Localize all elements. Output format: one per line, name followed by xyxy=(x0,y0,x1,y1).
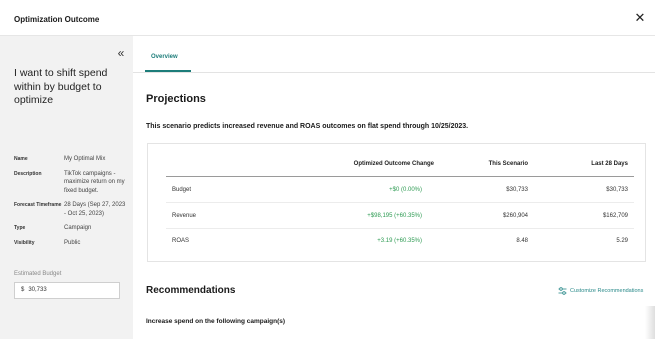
row-revenue-last28: $162,709 xyxy=(602,213,628,219)
goal-statement: I want to shift spend within by budget t… xyxy=(14,67,108,106)
detail-value: 28 Days (Sep 27, 2023 - Oct 25, 2023) xyxy=(64,202,126,217)
header-divider xyxy=(166,176,634,177)
customize-label: Customize Recommendations xyxy=(570,288,644,294)
row-budget-scenario: $30,733 xyxy=(506,187,528,193)
detail-key: Type xyxy=(14,225,26,231)
detail-key: Name xyxy=(14,156,28,162)
row-divider xyxy=(166,228,634,229)
row-budget-metric: Budget xyxy=(172,187,192,193)
scroll-shadow xyxy=(645,306,655,339)
detail-row-description: Description TikTok campaigns - maximize … xyxy=(14,170,132,196)
row-budget-last28: $30,733 xyxy=(606,187,628,193)
title-bar: Optimization Outcome ✕ xyxy=(0,0,655,36)
window-title: Optimization Outcome xyxy=(14,15,100,24)
row-revenue-metric: Revenue xyxy=(172,213,197,219)
row-roas-last28: 5.29 xyxy=(616,238,628,244)
budget-input[interactable]: $ 30,733 xyxy=(14,282,120,299)
detail-row-timeframe: Forecast Timeframe 28 Days (Sep 27, 2023… xyxy=(14,201,132,218)
row-budget-change: +$0 (0.00%) xyxy=(389,187,422,193)
recommendations-subheading: Increase spend on the following campaign… xyxy=(146,318,286,325)
column-header-last28: Last 28 Days xyxy=(591,161,628,167)
details-list: Name My Optimal Mix Description TikTok c… xyxy=(14,155,132,253)
projections-table: Optimized Outcome Change This Scenario L… xyxy=(147,143,646,262)
detail-key: Description xyxy=(14,170,42,177)
row-revenue-change: +$98,195 (+60.35%) xyxy=(367,213,422,219)
detail-key: Forecast Timeframe xyxy=(14,202,62,208)
close-icon[interactable]: ✕ xyxy=(633,11,647,25)
customize-recommendations-link[interactable]: Customize Recommendations xyxy=(558,287,643,295)
sliders-icon xyxy=(558,287,567,295)
detail-value: Campaign xyxy=(64,225,92,231)
recommendations-heading: Recommendations xyxy=(146,285,236,296)
detail-row-visibility: Visibility Public xyxy=(14,239,132,248)
detail-value: TikTok campaigns - maximize return on my… xyxy=(64,170,125,194)
active-tab-indicator xyxy=(145,70,191,72)
detail-row-name: Name My Optimal Mix xyxy=(14,155,132,164)
row-revenue-scenario: $260,904 xyxy=(502,213,528,219)
row-roas-change: +3.19 (+60.35%) xyxy=(377,238,422,244)
budget-value: 30,733 xyxy=(28,287,47,293)
detail-value: Public xyxy=(64,239,81,246)
double-chevron-left-icon[interactable]: « xyxy=(115,47,127,59)
column-header-change: Optimized Outcome Change xyxy=(353,161,434,167)
detail-row-type: Type Campaign xyxy=(14,224,132,233)
row-divider xyxy=(166,202,634,203)
budget-label: Estimated Budget xyxy=(14,271,62,277)
detail-key: Visibility xyxy=(14,239,35,246)
column-header-scenario: This Scenario xyxy=(488,161,528,167)
detail-value: My Optimal Mix xyxy=(64,156,106,162)
sidebar: « I want to shift spend within by budget… xyxy=(0,36,133,339)
tab-bar: Overview xyxy=(133,36,655,73)
tab-overview[interactable]: Overview xyxy=(151,54,178,60)
currency-symbol: $ xyxy=(21,287,25,293)
row-roas-scenario: 8.48 xyxy=(516,238,528,244)
row-roas-metric: ROAS xyxy=(172,238,190,244)
main-panel: Overview Projections This scenario predi… xyxy=(133,36,655,339)
projections-heading: Projections xyxy=(146,93,206,105)
projections-description: This scenario predicts increased revenue… xyxy=(146,123,469,130)
